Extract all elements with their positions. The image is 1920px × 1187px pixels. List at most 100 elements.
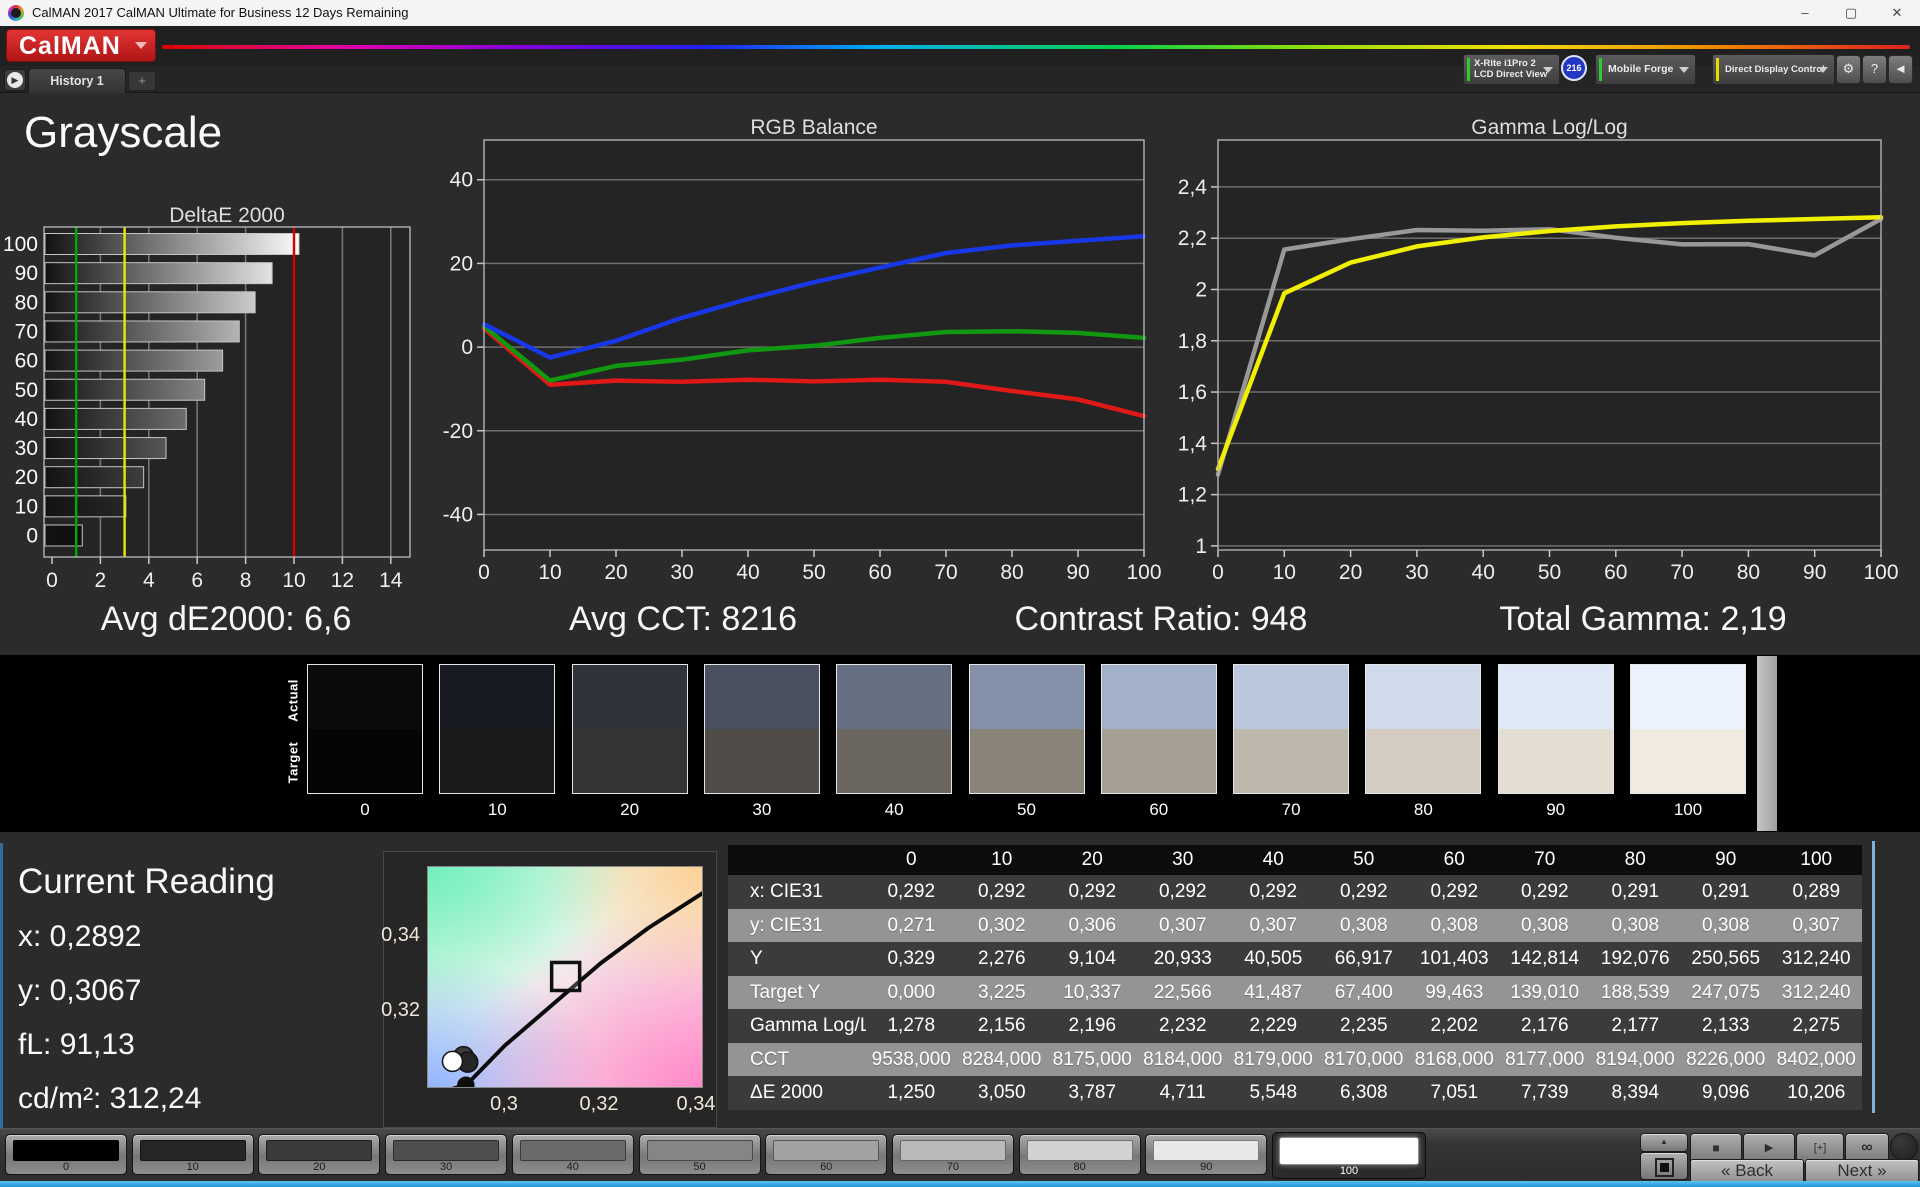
table-cell: 101,403 — [1409, 942, 1500, 976]
table-cell: 0,308 — [1499, 908, 1590, 942]
patch-button-70[interactable]: 70 — [891, 1134, 1014, 1175]
table-cell: 8,394 — [1590, 1076, 1681, 1110]
swatch-level-label: 40 — [884, 800, 904, 819]
patch-button-80[interactable]: 80 — [1018, 1134, 1141, 1175]
table-cell: 3,225 — [956, 975, 1047, 1009]
table-cell: 8177,000 — [1499, 1042, 1590, 1076]
patch-button-0[interactable]: 0 — [5, 1134, 127, 1175]
table-cell: 6,308 — [1318, 1076, 1409, 1110]
patch-button-30[interactable]: 30 — [385, 1134, 508, 1175]
swatch-actual — [837, 665, 952, 729]
swatch-target — [1498, 729, 1613, 793]
patch-button-20[interactable]: 20 — [258, 1134, 381, 1175]
table-cell: 0,302 — [956, 908, 1047, 942]
svg-text:70: 70 — [934, 561, 957, 584]
table-row: y: CIE31 0,271 0,302 0,306 0,307 0,307 0,308 0,… — [728, 908, 1862, 942]
row-label: CCT — [742, 1042, 866, 1076]
table-cell: 0,308 — [1680, 908, 1771, 942]
svg-text:80: 80 — [1000, 561, 1023, 584]
total-gamma-readout: Total Gamma: 2,19 — [1499, 600, 1787, 638]
column-header-10: 10 — [956, 845, 1047, 875]
swatch-target — [969, 729, 1084, 793]
svg-text:10: 10 — [282, 569, 305, 592]
patch-button-100[interactable]: 100 — [1272, 1132, 1426, 1179]
patch-button-40[interactable]: 40 — [511, 1134, 634, 1175]
svg-text:14: 14 — [379, 569, 403, 592]
swatch-actual — [704, 665, 819, 729]
bottom-accent-strip — [0, 1181, 1920, 1187]
table-cell: 0,271 — [866, 908, 957, 942]
swatch-actual — [1234, 665, 1349, 729]
svg-text:100: 100 — [1863, 561, 1898, 584]
table-cell: 0,292 — [1228, 875, 1319, 909]
cie-x-tick-032: 0,32 — [579, 1093, 619, 1115]
swatch-level-label: 100 — [1673, 800, 1703, 819]
grayscale-swatch-20 — [571, 664, 688, 794]
swatch-level-label: 60 — [1149, 800, 1169, 819]
table-cell: 1,278 — [866, 1009, 957, 1043]
svg-text:60: 60 — [15, 350, 38, 373]
table-cell: 9,096 — [1680, 1076, 1771, 1110]
avg-de2000-readout: Avg dE2000: 6,6 — [100, 600, 352, 638]
measurement-table: 0 10 20 30 40 50 60 70 80 90 100 x: CIE31 0,292 0,292… — [728, 845, 1862, 1110]
svg-text:90: 90 — [15, 262, 38, 285]
row-label: y: CIE31 — [742, 908, 866, 942]
column-header-80: 80 — [1590, 845, 1681, 875]
table-cell: 0,308 — [1409, 908, 1500, 942]
patch-button-90[interactable]: 90 — [1145, 1134, 1268, 1175]
swatch-level-label: 70 — [1281, 800, 1301, 819]
svg-text:1,8: 1,8 — [1178, 330, 1207, 353]
table-cell: 9538,000 — [866, 1042, 957, 1076]
patch-swatch — [1279, 1137, 1419, 1165]
svg-text:60: 60 — [1604, 561, 1627, 584]
table-cell: 9,104 — [1047, 942, 1138, 976]
swatch-target — [440, 729, 555, 793]
patch-button-10[interactable]: 10 — [131, 1134, 254, 1175]
table-cell: 8179,000 — [1228, 1042, 1319, 1076]
table-row: ΔE 2000 1,250 3,050 3,787 4,711 5,548 6,308 7,0… — [728, 1076, 1862, 1110]
svg-text:1,6: 1,6 — [1178, 381, 1207, 404]
table-gutter — [728, 845, 742, 875]
grayscale-swatch-strip: Actual Target 0 10 20 30 40 50 60 70 80 90 100 — [0, 655, 1920, 832]
table-cell: 2,202 — [1409, 1009, 1500, 1043]
table-scrollbar[interactable] — [1872, 841, 1875, 1113]
svg-text:10: 10 — [15, 495, 38, 518]
patch-label: 40 — [566, 1161, 579, 1173]
svg-text:0: 0 — [461, 336, 473, 359]
patch-options-up-button[interactable]: ▲ — [1640, 1133, 1688, 1152]
patch-button-50[interactable]: 50 — [638, 1134, 761, 1175]
table-cell: 8184,000 — [1137, 1042, 1228, 1076]
table-cell: 0,292 — [1499, 875, 1590, 909]
svg-text:2,2: 2,2 — [1178, 227, 1207, 250]
strip-scrollbar[interactable] — [1757, 656, 1777, 831]
cie-chart — [427, 866, 703, 1088]
column-header-70: 70 — [1499, 845, 1590, 875]
patch-swatch — [139, 1140, 246, 1161]
swatch-level-label: 80 — [1413, 800, 1433, 819]
table-cell: 7,051 — [1409, 1076, 1500, 1110]
back-button[interactable]: « Back — [1690, 1159, 1804, 1183]
table-row: x: CIE31 0,292 0,292 0,292 0,292 0,292 0,292 0,… — [728, 875, 1862, 909]
table-cell: 41,487 — [1228, 975, 1319, 1009]
swatch-target — [837, 729, 952, 793]
swatch-level-label: 30 — [752, 800, 772, 819]
current-reading-title: Current Reading — [18, 862, 275, 901]
svg-text:1,2: 1,2 — [1178, 484, 1207, 507]
table-cell: 0,292 — [1318, 875, 1409, 909]
svg-text:2: 2 — [95, 569, 107, 592]
patch-window-button[interactable] — [1640, 1152, 1688, 1180]
patch-label: 60 — [820, 1161, 833, 1173]
column-header-60: 60 — [1409, 845, 1500, 875]
svg-text:40: 40 — [736, 561, 759, 584]
patch-button-60[interactable]: 60 — [765, 1134, 888, 1175]
svg-text:8: 8 — [240, 569, 252, 592]
patch-label: 90 — [1200, 1161, 1213, 1173]
next-button[interactable]: Next » — [1805, 1159, 1919, 1183]
grayscale-swatch-90 — [1497, 664, 1614, 794]
table-cell: 142,814 — [1499, 942, 1590, 976]
svg-text:2,4: 2,4 — [1178, 176, 1208, 199]
swatch-target — [572, 729, 687, 793]
back-label: Back — [1735, 1161, 1773, 1180]
patch-swatch — [266, 1140, 373, 1161]
actual-row-label: Actual — [285, 679, 301, 722]
